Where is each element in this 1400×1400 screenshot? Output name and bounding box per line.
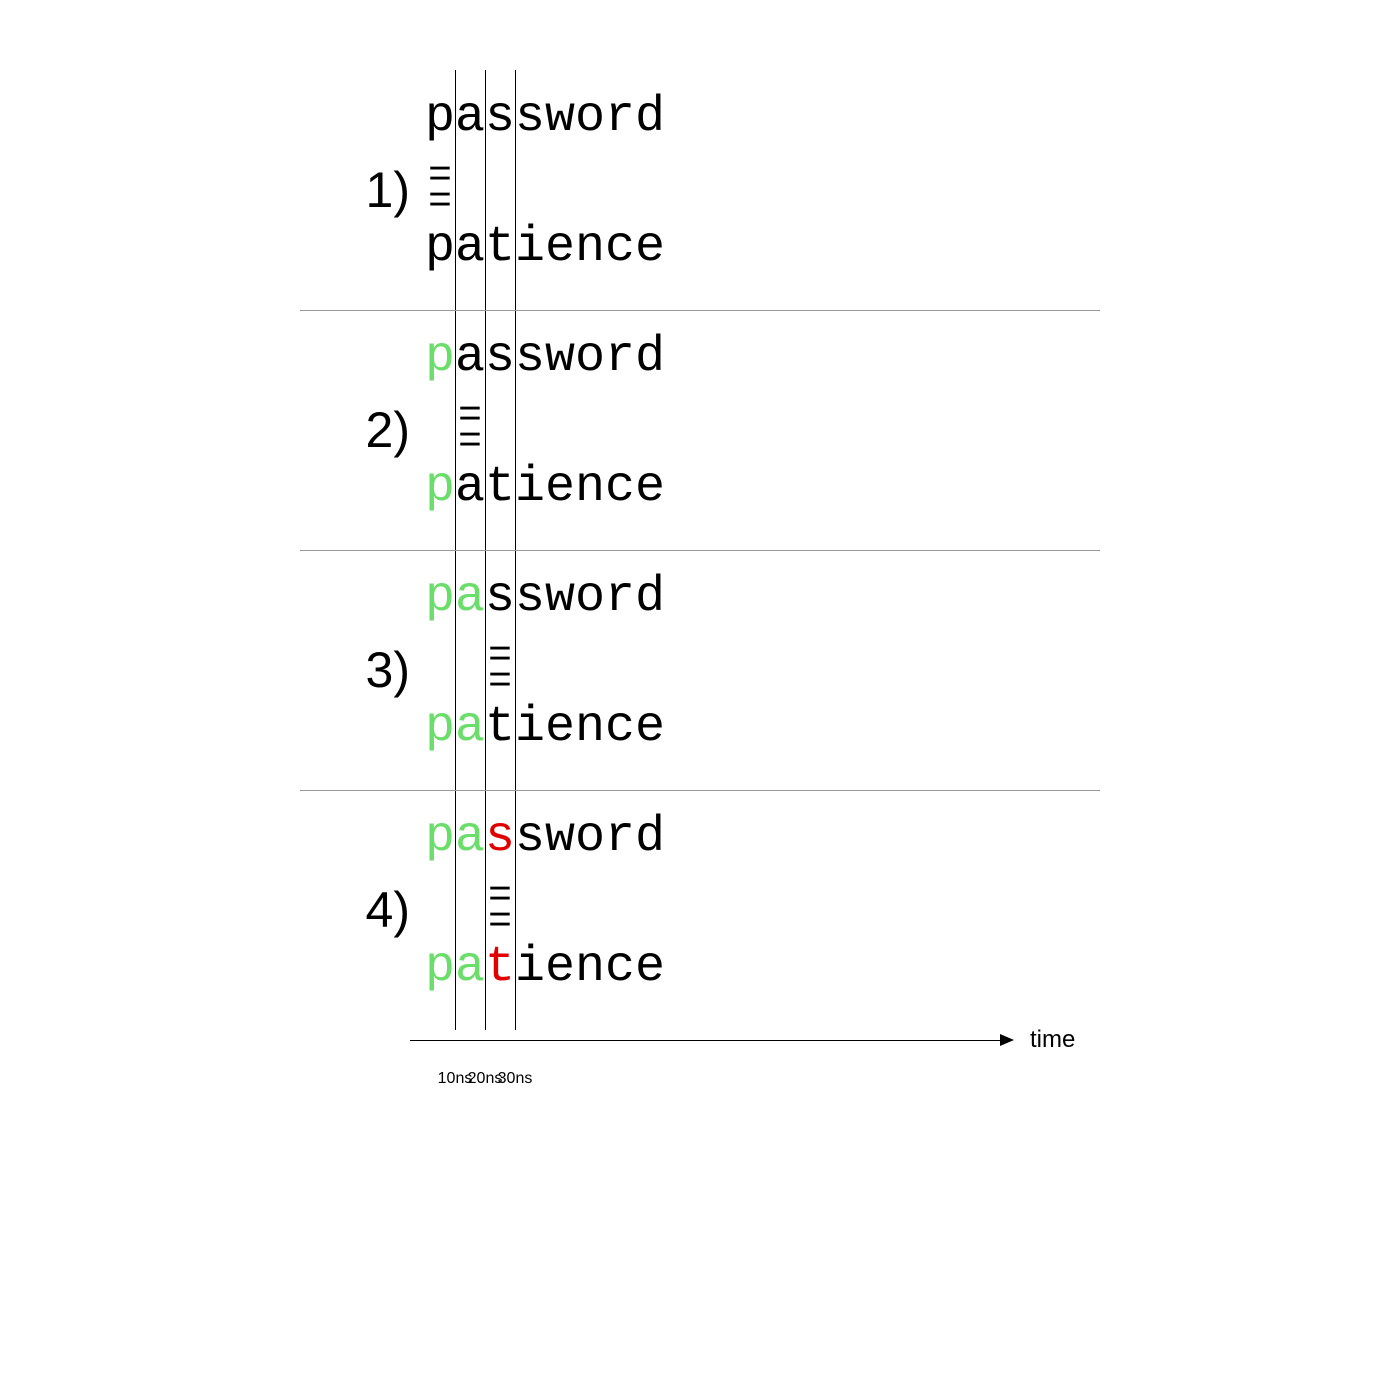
char: c [605,939,635,996]
char: w [545,809,575,866]
char: e [635,219,665,276]
char: t [485,939,515,996]
equals-symbol: == [485,644,515,696]
char: s [485,569,515,626]
char: o [575,569,605,626]
char: s [515,569,545,626]
char: i [515,459,545,516]
char: e [635,699,665,756]
char: a [455,89,485,146]
word-bottom: patience [425,699,665,756]
step-label: 4) [300,881,410,939]
step-label: 2) [300,401,410,459]
row-divider [300,310,1100,311]
time-axis-arrowhead [1000,1034,1014,1046]
char: p [425,329,455,386]
char: a [455,569,485,626]
char: p [425,219,455,276]
char: c [605,219,635,276]
char: o [575,89,605,146]
diagram-canvas: 1)passwordpatience==2)passwordpatience==… [0,0,1400,1400]
char: a [455,459,485,516]
step-label: 1) [300,161,410,219]
char: e [635,939,665,996]
char: i [515,939,545,996]
char: n [575,939,605,996]
word-bottom: patience [425,939,665,996]
char: c [605,459,635,516]
char: s [515,89,545,146]
char: s [485,89,515,146]
char: a [455,329,485,386]
char: w [545,569,575,626]
char: p [425,569,455,626]
word-top: password [425,329,665,386]
char: i [515,699,545,756]
char: i [515,219,545,276]
char: n [575,219,605,276]
time-axis-label: time [1030,1026,1075,1054]
char: s [515,809,545,866]
word-top: password [425,569,665,626]
char: n [575,699,605,756]
time-tick-label: 30ns [498,1070,533,1088]
char: d [635,809,665,866]
char: d [635,329,665,386]
char: a [455,809,485,866]
word-bottom: patience [425,219,665,276]
time-axis [410,1040,1000,1041]
char: a [455,939,485,996]
char: w [545,329,575,386]
char: r [605,809,635,866]
char: e [545,699,575,756]
char: p [425,939,455,996]
word-bottom: patience [425,459,665,516]
char: s [485,809,515,866]
char: p [425,459,455,516]
word-top: password [425,89,665,146]
char: t [485,219,515,276]
word-top: password [425,809,665,866]
char: a [455,219,485,276]
char: e [545,939,575,996]
char: o [575,809,605,866]
char: p [425,89,455,146]
char: e [545,459,575,516]
equals-symbol: == [455,404,485,456]
char: n [575,459,605,516]
char: e [635,459,665,516]
equals-symbol: == [425,164,455,216]
equals-symbol: == [485,884,515,936]
row-divider [300,550,1100,551]
char: t [485,699,515,756]
char: d [635,89,665,146]
char: o [575,329,605,386]
char: s [485,329,515,386]
row-divider [300,790,1100,791]
char: a [455,699,485,756]
char: r [605,569,635,626]
char: w [545,89,575,146]
char: d [635,569,665,626]
char: c [605,699,635,756]
char: t [485,459,515,516]
char: s [515,329,545,386]
char: e [545,219,575,276]
char: p [425,699,455,756]
char: r [605,329,635,386]
char: p [425,809,455,866]
char: r [605,89,635,146]
step-label: 3) [300,641,410,699]
